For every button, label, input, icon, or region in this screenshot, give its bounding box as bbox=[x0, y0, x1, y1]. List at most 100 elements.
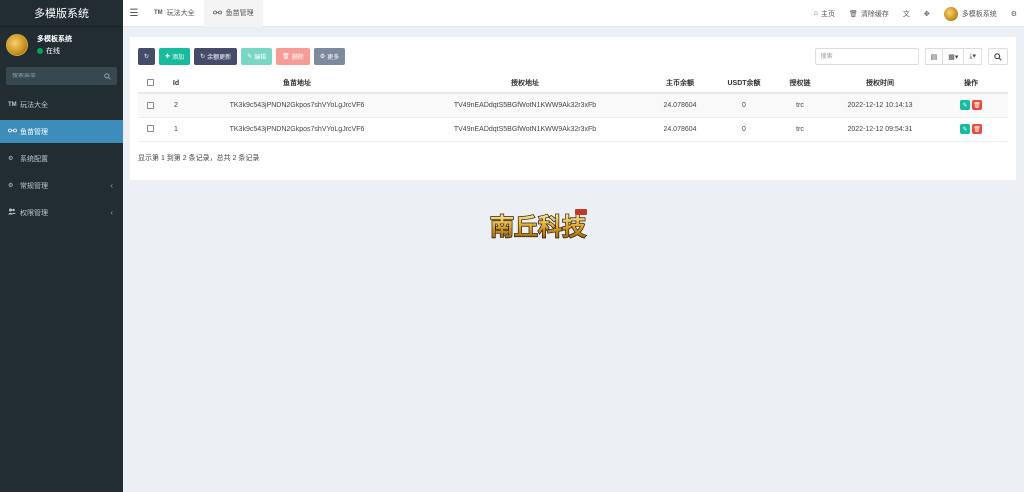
menu-toggle-icon[interactable]: ☰ bbox=[123, 8, 145, 19]
fullscreen-icon: ✥ bbox=[923, 10, 930, 18]
svg-text:南丘科技: 南丘科技 bbox=[490, 212, 587, 241]
sidebar-item-system-config[interactable]: ⚙ 系统配置 bbox=[0, 147, 123, 170]
cell-auth-time: 2022-12-12 10:14:13 bbox=[826, 93, 934, 118]
avatar bbox=[6, 34, 28, 56]
columns-button[interactable]: ▦▾ bbox=[943, 48, 965, 65]
settings-button[interactable]: ⚙ bbox=[1004, 10, 1024, 18]
row-edit-button[interactable]: ✎ bbox=[960, 100, 970, 111]
sidebar-menu: TM 玩法大全 鱼苗管理 ⚙ 系统配置 ⚙ 常规管理 ‹ 权限管理 ‹ bbox=[0, 93, 123, 224]
row-delete-button[interactable]: 🗑 bbox=[972, 124, 982, 134]
toolbar: ↻ ✚ 添加 ↻ 余额更新 ✎ 编辑 🗑 删除 ⚙ 更多 bbox=[138, 48, 346, 65]
cell-usdt-balance: 0 bbox=[714, 117, 774, 142]
top-header: ☰ TM 玩法大全 鱼苗管理 ⌂ 主页 🗑 清除缓存 文 ✥ 多模板系统 ⚙ bbox=[123, 0, 1024, 27]
export-icon: ⤓▾ bbox=[969, 53, 976, 60]
menu-search-input[interactable] bbox=[12, 73, 92, 79]
home-link[interactable]: ⌂ 主页 bbox=[807, 9, 842, 19]
col-auth-address[interactable]: 授权地址 bbox=[404, 74, 646, 94]
header-right: ⌂ 主页 🗑 清除缓存 文 ✥ 多模板系统 ⚙ bbox=[807, 0, 1024, 27]
clear-cache-button[interactable]: 🗑 清除缓存 bbox=[842, 9, 896, 19]
tab-gameplay[interactable]: TM 玩法大全 bbox=[145, 0, 204, 27]
col-fish-address[interactable]: 鱼苗地址 bbox=[190, 74, 404, 94]
gear-icon: ⚙ bbox=[319, 54, 326, 60]
search-icon[interactable] bbox=[104, 72, 111, 80]
pencil-icon: ✎ bbox=[247, 54, 253, 60]
chevron-left-icon: ‹ bbox=[110, 208, 113, 217]
cell-auth-address: TV49nEADdqtS5BGfWotN1KWW9Ak32r3xFb bbox=[404, 117, 646, 142]
table-row[interactable]: 1 TK3k9c543jPNDN2Gkpos7shVYoLgJrcVF6 TV4… bbox=[138, 117, 1008, 142]
brand-logo: 南丘科技 bbox=[489, 209, 588, 242]
col-auth-time[interactable]: 授权时间 bbox=[826, 74, 934, 94]
cogs-icon: ⚙ bbox=[8, 183, 14, 189]
user-name: 多模板系统 bbox=[37, 36, 72, 43]
col-usdt-balance[interactable]: USDT余额 bbox=[714, 74, 774, 94]
main-panel: ↻ ✚添加 ↻余额更新 ✎编辑 🗑删除 ⚙更多 ▤ ▦▾ ⤓▾ Id 鱼苗地址 … bbox=[130, 37, 1016, 180]
menu-search-box bbox=[6, 67, 117, 85]
row-delete-button[interactable]: 🗑 bbox=[972, 100, 982, 111]
gear-icon: ⚙ bbox=[8, 156, 14, 162]
sidebar-item-permissions[interactable]: 权限管理 ‹ bbox=[0, 201, 123, 224]
cell-auth-time: 2022-12-12 09:54:31 bbox=[826, 117, 934, 142]
cell-main-balance: 24.078604 bbox=[646, 93, 714, 118]
cell-id: 1 bbox=[162, 117, 190, 142]
sidebar-item-gameplay[interactable]: TM 玩法大全 bbox=[0, 93, 123, 116]
refresh-icon: ↻ bbox=[144, 54, 150, 60]
row-checkbox[interactable] bbox=[146, 125, 154, 133]
row-edit-button[interactable]: ✎ bbox=[960, 124, 970, 134]
user-status: 在线 bbox=[37, 46, 72, 56]
refresh-icon: ↻ bbox=[200, 54, 206, 60]
fish-table: Id 鱼苗地址 授权地址 主币余额 USDT余额 授权链 授权时间 操作 2 T… bbox=[138, 74, 1008, 142]
table-icon: ▤ bbox=[930, 53, 938, 61]
translate-button[interactable]: 文 bbox=[896, 9, 917, 19]
trash-icon: 🗑 bbox=[282, 54, 290, 60]
user-panel: 多模板系统 在线 bbox=[0, 27, 123, 63]
translate-icon: 文 bbox=[902, 10, 910, 18]
glasses-icon bbox=[212, 10, 222, 17]
col-chain[interactable]: 授权链 bbox=[774, 74, 826, 94]
cell-fish-address: TK3k9c543jPNDN2Gkpos7shVYoLgJrcVF6 bbox=[190, 93, 404, 118]
table-search-input[interactable] bbox=[814, 48, 919, 65]
cell-fish-address: TK3k9c543jPNDN2Gkpos7shVYoLgJrcVF6 bbox=[190, 117, 404, 142]
users-icon bbox=[8, 208, 20, 217]
search-button[interactable] bbox=[988, 48, 1008, 65]
grid-icon: ▦▾ bbox=[948, 53, 959, 61]
col-id[interactable]: Id bbox=[162, 74, 190, 94]
delete-button[interactable]: 🗑 删除 bbox=[276, 48, 310, 65]
cell-usdt-balance: 0 bbox=[714, 93, 774, 118]
export-button[interactable]: ⤓▾ bbox=[964, 48, 982, 65]
edit-button[interactable]: ✎ 编辑 bbox=[241, 48, 273, 65]
user-menu[interactable]: 多模板系统 bbox=[937, 6, 1004, 21]
sidebar: 多模版系统 多模板系统 在线 TM 玩法大全 鱼苗管理 ⚙ 系统配置 ⚙ 常规管… bbox=[0, 0, 123, 492]
balance-update-button[interactable]: ↻ 余额更新 bbox=[194, 48, 238, 65]
col-main-balance[interactable]: 主币余额 bbox=[646, 74, 714, 94]
select-all-checkbox[interactable] bbox=[146, 79, 154, 87]
app-logo[interactable]: 多模版系统 bbox=[0, 0, 123, 27]
row-checkbox[interactable] bbox=[146, 101, 154, 109]
col-actions: 操作 bbox=[934, 74, 1008, 94]
plus-icon: ✚ bbox=[165, 54, 171, 60]
cell-main-balance: 24.078604 bbox=[646, 117, 714, 142]
cell-id: 2 bbox=[162, 93, 190, 118]
table-header-row: Id 鱼苗地址 授权地址 主币余额 USDT余额 授权链 授权时间 操作 bbox=[138, 74, 1008, 94]
home-icon: ⌂ bbox=[813, 10, 818, 17]
sidebar-item-fish[interactable]: 鱼苗管理 bbox=[0, 120, 123, 143]
trash-icon: 🗑 bbox=[848, 10, 858, 18]
tm-icon: TM bbox=[8, 101, 17, 108]
add-button[interactable]: ✚ 添加 bbox=[159, 48, 191, 65]
chevron-left-icon: ‹ bbox=[110, 181, 113, 190]
table-tools: ▤ ▦▾ ⤓▾ bbox=[814, 48, 1008, 65]
cell-chain: trc bbox=[774, 117, 826, 142]
sidebar-item-general[interactable]: ⚙ 常规管理 ‹ bbox=[0, 174, 123, 197]
tm-icon: TM bbox=[154, 10, 163, 16]
table-row[interactable]: 2 TK3k9c543jPNDN2Gkpos7shVYoLgJrcVF6 TV4… bbox=[138, 93, 1008, 118]
cell-chain: trc bbox=[774, 93, 826, 118]
cogs-icon: ⚙ bbox=[1010, 10, 1017, 18]
avatar bbox=[943, 6, 958, 21]
more-button[interactable]: ⚙ 更多 bbox=[313, 48, 346, 65]
fullscreen-button[interactable]: ✥ bbox=[917, 10, 937, 18]
cell-auth-address: TV49nEADdqtS5BGfWotN1KWW9Ak32r3xFb bbox=[404, 93, 646, 118]
glasses-icon bbox=[8, 128, 20, 135]
toggle-view-button[interactable]: ▤ bbox=[924, 48, 944, 65]
online-dot-icon bbox=[37, 48, 43, 54]
tab-fish[interactable]: 鱼苗管理 bbox=[203, 0, 263, 27]
refresh-button[interactable]: ↻ bbox=[138, 48, 156, 65]
